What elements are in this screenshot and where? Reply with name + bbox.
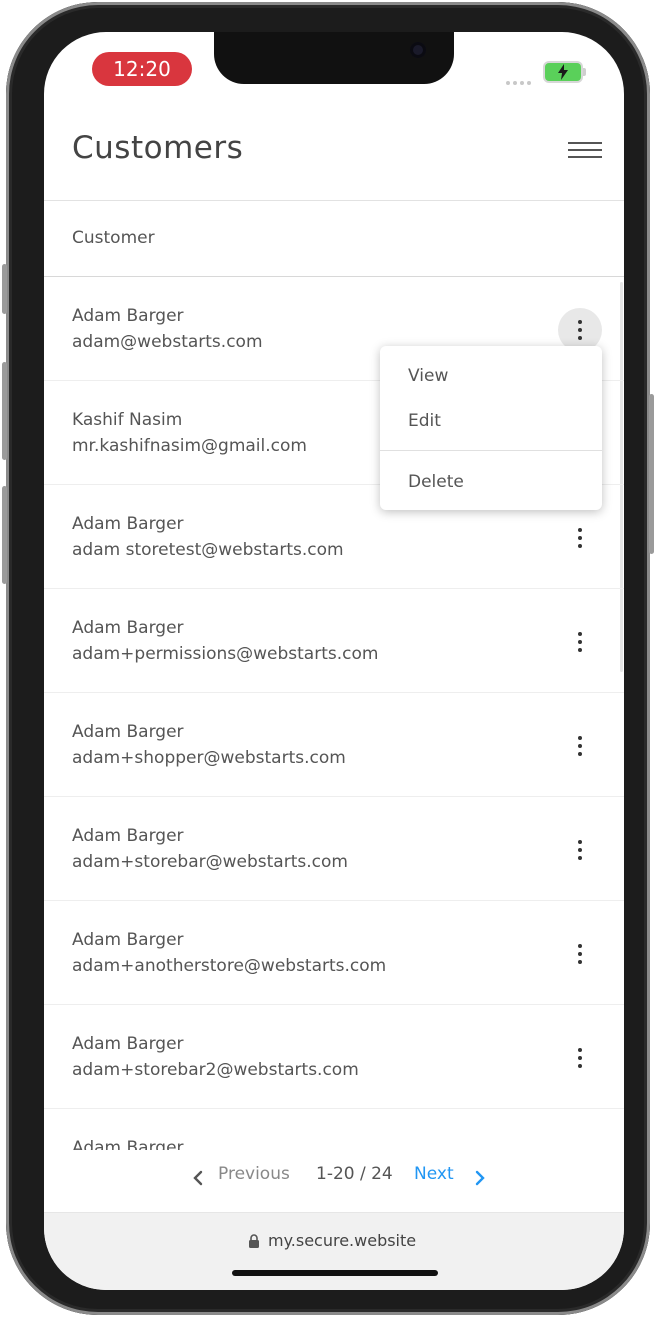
power-button xyxy=(649,394,654,554)
page-range: 1-20 / 24 xyxy=(316,1164,393,1184)
table-row[interactable]: Adam Barger adam+anotherstore@webstarts.… xyxy=(44,901,624,1005)
customer-name: Kashif Nasim xyxy=(72,410,183,430)
table-row[interactable]: Adam Barger adam+storebar2@webstarts.com xyxy=(44,1005,624,1109)
table-column-header: Customer xyxy=(44,200,624,277)
front-camera xyxy=(410,42,426,58)
volume-down-button xyxy=(2,486,7,584)
table-row[interactable]: Adam Barger adam+shopper@webstarts.com xyxy=(44,693,624,797)
more-options-icon[interactable] xyxy=(558,620,602,664)
browser-url-bar[interactable]: my.secure.website xyxy=(44,1212,624,1290)
customer-name: Adam Barger xyxy=(72,618,184,638)
customer-email: adam+storebar2@webstarts.com xyxy=(72,1060,359,1080)
more-options-icon[interactable] xyxy=(558,516,602,560)
battery-tip xyxy=(583,68,586,76)
chevron-right-icon[interactable] xyxy=(474,1170,486,1186)
volume-up-button xyxy=(2,362,7,460)
hamburger-menu-icon[interactable] xyxy=(568,142,602,164)
customer-name: Adam Barger xyxy=(72,306,184,326)
more-options-icon[interactable] xyxy=(558,1036,602,1080)
charging-bolt-icon xyxy=(558,64,568,80)
customer-name: Adam Barger xyxy=(72,1034,184,1054)
table-row[interactable]: Adam Barger adam+permissions@webstarts.c… xyxy=(44,589,624,693)
page-title: Customers xyxy=(72,130,244,166)
menu-divider xyxy=(380,450,602,451)
customer-email: adam+storebar@webstarts.com xyxy=(72,852,348,872)
mute-switch xyxy=(2,264,7,314)
menu-item-delete[interactable]: Delete xyxy=(408,472,464,492)
customer-email: mr.kashifnasim@gmail.com xyxy=(72,436,307,456)
phone-screen: 12:20 Customers Customer Adam Barger ada… xyxy=(44,32,624,1290)
more-options-icon[interactable] xyxy=(558,828,602,872)
menu-item-view[interactable]: View xyxy=(408,366,448,386)
previous-page-link[interactable]: Previous xyxy=(218,1164,290,1184)
more-options-icon[interactable] xyxy=(558,932,602,976)
status-time: 12:20 xyxy=(92,52,192,86)
customer-name: Adam Barger xyxy=(72,826,184,846)
next-page-link[interactable]: Next xyxy=(414,1164,454,1184)
lock-icon xyxy=(249,1234,259,1248)
signal-icon xyxy=(506,70,536,85)
customer-email: adam+anotherstore@webstarts.com xyxy=(72,956,387,976)
customer-email: adam storetest@webstarts.com xyxy=(72,540,344,560)
menu-item-edit[interactable]: Edit xyxy=(408,411,441,431)
more-options-icon[interactable] xyxy=(558,724,602,768)
column-header-customer: Customer xyxy=(72,228,155,248)
phone-frame: 12:20 Customers Customer Adam Barger ada… xyxy=(2,2,654,1315)
customer-email: adam+shopper@webstarts.com xyxy=(72,748,346,768)
table-row[interactable]: Adam Barger adam+storebar@webstarts.com xyxy=(44,797,624,901)
row-context-menu: View Edit Delete xyxy=(380,346,602,510)
customer-name: Adam Barger xyxy=(72,514,184,534)
pagination: Previous 1-20 / 24 Next xyxy=(44,1150,624,1200)
url-text: my.secure.website xyxy=(268,1231,417,1250)
chevron-left-icon[interactable] xyxy=(192,1170,204,1186)
customer-name: Adam Barger xyxy=(72,930,184,950)
customer-email: adam+permissions@webstarts.com xyxy=(72,644,379,664)
customer-name: Adam Barger xyxy=(72,722,184,742)
notch xyxy=(214,32,454,84)
home-indicator[interactable] xyxy=(232,1270,438,1276)
customer-email: adam@webstarts.com xyxy=(72,332,263,352)
